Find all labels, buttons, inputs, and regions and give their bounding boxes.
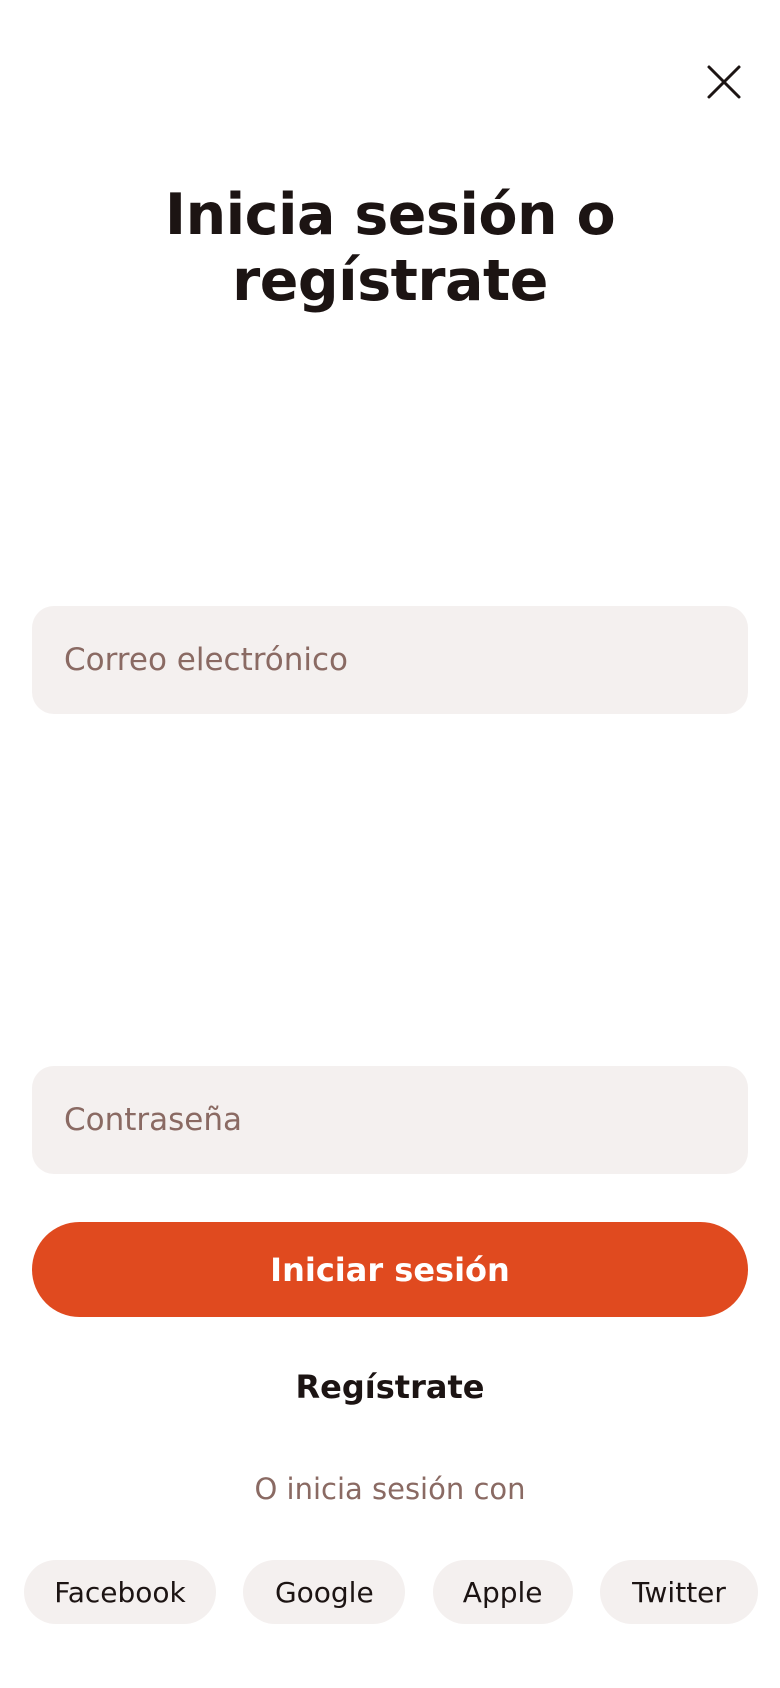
email-field[interactable] (64, 606, 748, 714)
login-screen: Inicia sesión o regístrate Iniciar sesió… (0, 0, 780, 1688)
social-login-row: Facebook Google Apple Twitter (24, 1560, 758, 1624)
google-login-button[interactable]: Google (243, 1560, 406, 1624)
close-button[interactable] (698, 56, 750, 108)
login-button[interactable]: Iniciar sesión (32, 1222, 748, 1317)
close-icon (707, 65, 741, 99)
apple-login-button[interactable]: Apple (432, 1560, 573, 1624)
password-field-container (32, 1066, 748, 1174)
email-field-container (32, 606, 748, 714)
twitter-login-button[interactable]: Twitter (599, 1560, 758, 1624)
password-field[interactable] (64, 1066, 748, 1174)
page-title: Inicia sesión o regístrate (164, 182, 616, 314)
register-link[interactable]: Regístrate (0, 1368, 780, 1406)
social-divider-text: O inicia sesión con (254, 1472, 526, 1506)
facebook-login-button[interactable]: Facebook (24, 1560, 216, 1624)
